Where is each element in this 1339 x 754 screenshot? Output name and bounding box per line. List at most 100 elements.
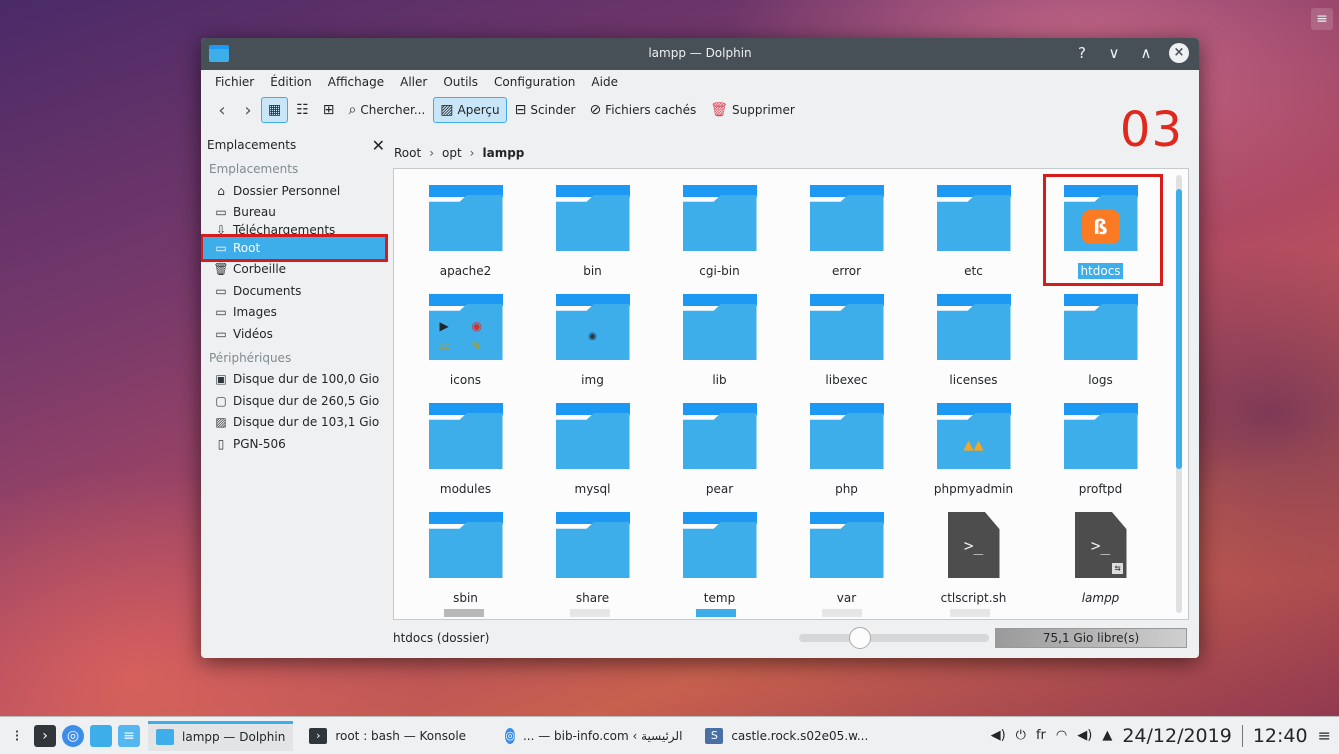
file-item-mysql[interactable]: mysql (529, 395, 656, 504)
editor-launcher-icon[interactable]: ≡ (118, 724, 140, 747)
sidebar-item-downloads[interactable]: ⇩ Téléchargements (201, 223, 391, 237)
image-emblem-icon: ◉ (588, 330, 597, 342)
power-icon[interactable]: ⏻ (1016, 728, 1026, 743)
scrollbar[interactable] (1176, 175, 1182, 613)
task-video[interactable]: Scastle.rock.s02e05.w... (697, 721, 885, 751)
icon-grid-icon: ▦ (268, 102, 282, 118)
file-item-img[interactable]: ◉ img (529, 286, 656, 395)
file-item-phpmyadmin[interactable]: ▲▲ phpmyadmin (910, 395, 1037, 504)
konsole-launcher-icon[interactable]: › (34, 724, 56, 747)
folder-icon (555, 403, 630, 469)
scrollbar-thumb[interactable] (1176, 189, 1182, 469)
phone-icon: ▯ (217, 436, 225, 451)
task-dolphin[interactable]: lampp — Dolphin (148, 720, 294, 751)
audio-icon[interactable]: ◀) (1077, 728, 1092, 743)
split-button[interactable]: ⊟ Scinder (509, 97, 582, 123)
file-item-cgi-bin[interactable]: cgi-bin (656, 177, 783, 286)
file-item-pear[interactable]: pear (656, 395, 783, 504)
trash-icon: 🗑 (213, 262, 229, 277)
sidebar-item-documents[interactable]: ▭ Documents (201, 280, 391, 302)
breadcrumb-lampp[interactable]: lampp (482, 146, 524, 160)
file-item-var[interactable]: var (783, 504, 910, 613)
folder-icon: ▭ (215, 305, 227, 320)
file-item-licenses[interactable]: licenses (910, 286, 1037, 395)
menu-aller[interactable]: Aller (392, 75, 435, 89)
file-item-modules[interactable]: modules (402, 395, 529, 504)
menu-fichier[interactable]: Fichier (207, 75, 262, 89)
tray-expand-icon[interactable]: ▲ (1102, 728, 1112, 743)
sidebar-item-desktop[interactable]: ▭ Bureau (201, 202, 391, 224)
home-icon: ⌂ (217, 183, 225, 198)
volume-icon[interactable]: ◀) (991, 728, 1006, 743)
file-name-label: icons (449, 373, 482, 387)
chromium-launcher-icon[interactable]: ◎ (62, 724, 84, 747)
file-item-error[interactable]: error (783, 177, 910, 286)
zoom-slider[interactable] (799, 627, 989, 649)
details-view-button[interactable]: ⊞ (317, 97, 341, 123)
sidebar-item-videos[interactable]: ▭ Vidéos (201, 323, 391, 345)
chevron-right-icon: › (469, 146, 475, 160)
breadcrumb-opt[interactable]: opt (442, 146, 462, 160)
sidebar-item-home[interactable]: ⌂ Dossier Personnel (201, 180, 391, 202)
menu-edition[interactable]: Édition (262, 75, 320, 89)
titlebar[interactable]: lampp — Dolphin ? ∨ ∧ × (201, 38, 1199, 70)
file-item-temp[interactable]: temp (656, 504, 783, 613)
task-browser[interactable]: ◎ ... — bib-info.com ‹ الرئيسية (497, 721, 689, 751)
breadcrumb: Root › opt › lampp (394, 142, 524, 164)
close-panel-icon[interactable]: ✕ (372, 136, 385, 155)
back-arrow-icon[interactable]: ‹ (209, 100, 235, 121)
file-item-apache2[interactable]: apache2 (402, 177, 529, 286)
compact-view-button[interactable]: ☷ (290, 97, 315, 123)
menu-outils[interactable]: Outils (435, 75, 486, 89)
menu-aide[interactable]: Aide (583, 75, 626, 89)
file-item-etc[interactable]: etc (910, 177, 1037, 286)
file-item-libexec[interactable]: libexec (783, 286, 910, 395)
file-name-label: cgi-bin (699, 264, 740, 278)
icons-view-button[interactable]: ▦ (261, 97, 289, 123)
help-button[interactable]: ? (1073, 44, 1091, 62)
hidden-files-button[interactable]: ⊘ Fichiers cachés (583, 97, 702, 123)
breadcrumb-root[interactable]: Root (394, 146, 421, 160)
menu-affichage[interactable]: Affichage (320, 75, 392, 89)
shell-script-icon: >_ (947, 512, 1000, 578)
zoom-slider-handle[interactable] (849, 627, 872, 649)
app-launcher-icon[interactable]: ⁝ (6, 725, 28, 747)
sidebar-item-pgn[interactable]: ▯ PGN-506 (201, 433, 391, 455)
task-konsole[interactable]: › root : bash — Konsole (301, 721, 489, 751)
close-button[interactable]: × (1169, 43, 1189, 63)
sidebar-item-disk-260[interactable]: ▢ Disque dur de 260,5 Gio (201, 390, 391, 412)
dolphin-launcher-icon[interactable] (90, 724, 112, 747)
sidebar-item-disk-100[interactable]: ▣ Disque dur de 100,0 Gio (201, 369, 391, 391)
file-item-php[interactable]: php (783, 395, 910, 504)
file-item-logs[interactable]: logs (1037, 286, 1164, 395)
file-item-ctlscript-sh[interactable]: >_ ctlscript.sh (910, 504, 1037, 613)
file-item-lib[interactable]: lib (656, 286, 783, 395)
partial-item (444, 609, 484, 617)
file-item-htdocs[interactable]: ß htdocs (1037, 177, 1164, 286)
panel-menu-icon[interactable]: ≡ (1318, 726, 1331, 745)
wifi-icon[interactable]: ◠ (1056, 728, 1067, 743)
sidebar-item-trash[interactable]: 🗑 Corbeille (201, 259, 391, 281)
desktop-menu-icon[interactable]: ≡ (1311, 8, 1333, 30)
file-view[interactable]: apache2 bin cgi-bin error etc ß htdocs ▶ ◉ ▭ ✎ icon… (393, 168, 1189, 620)
file-item-bin[interactable]: bin (529, 177, 656, 286)
places-panel-title: Emplacements (207, 138, 297, 152)
file-item-icons[interactable]: ▶ ◉ ▭ ✎ icons (402, 286, 529, 395)
file-item-proftpd[interactable]: proftpd (1037, 395, 1164, 504)
delete-button[interactable]: 🗑 Supprimer (704, 97, 801, 123)
maximize-button[interactable]: ∧ (1137, 44, 1155, 62)
file-item-share[interactable]: share (529, 504, 656, 613)
keyboard-layout[interactable]: fr (1036, 728, 1046, 743)
sidebar-item-images[interactable]: ▭ Images (201, 302, 391, 324)
file-item-lampp[interactable]: >_ ⇆ lampp (1037, 504, 1164, 613)
minimize-button[interactable]: ∨ (1105, 44, 1123, 62)
menu-configuration[interactable]: Configuration (486, 75, 583, 89)
search-button[interactable]: ⌕ Chercher... (343, 97, 432, 123)
file-item-sbin[interactable]: sbin (402, 504, 529, 613)
sidebar-item-root[interactable]: ▭ Root (201, 234, 388, 262)
preview-button[interactable]: ▨ Aperçu (433, 97, 507, 123)
forward-arrow-icon[interactable]: › (235, 100, 261, 121)
step-annotation: 03 (1119, 102, 1183, 158)
folder-icon (1063, 294, 1138, 360)
sidebar-item-disk-103[interactable]: ▨ Disque dur de 103,1 Gio (201, 412, 391, 434)
